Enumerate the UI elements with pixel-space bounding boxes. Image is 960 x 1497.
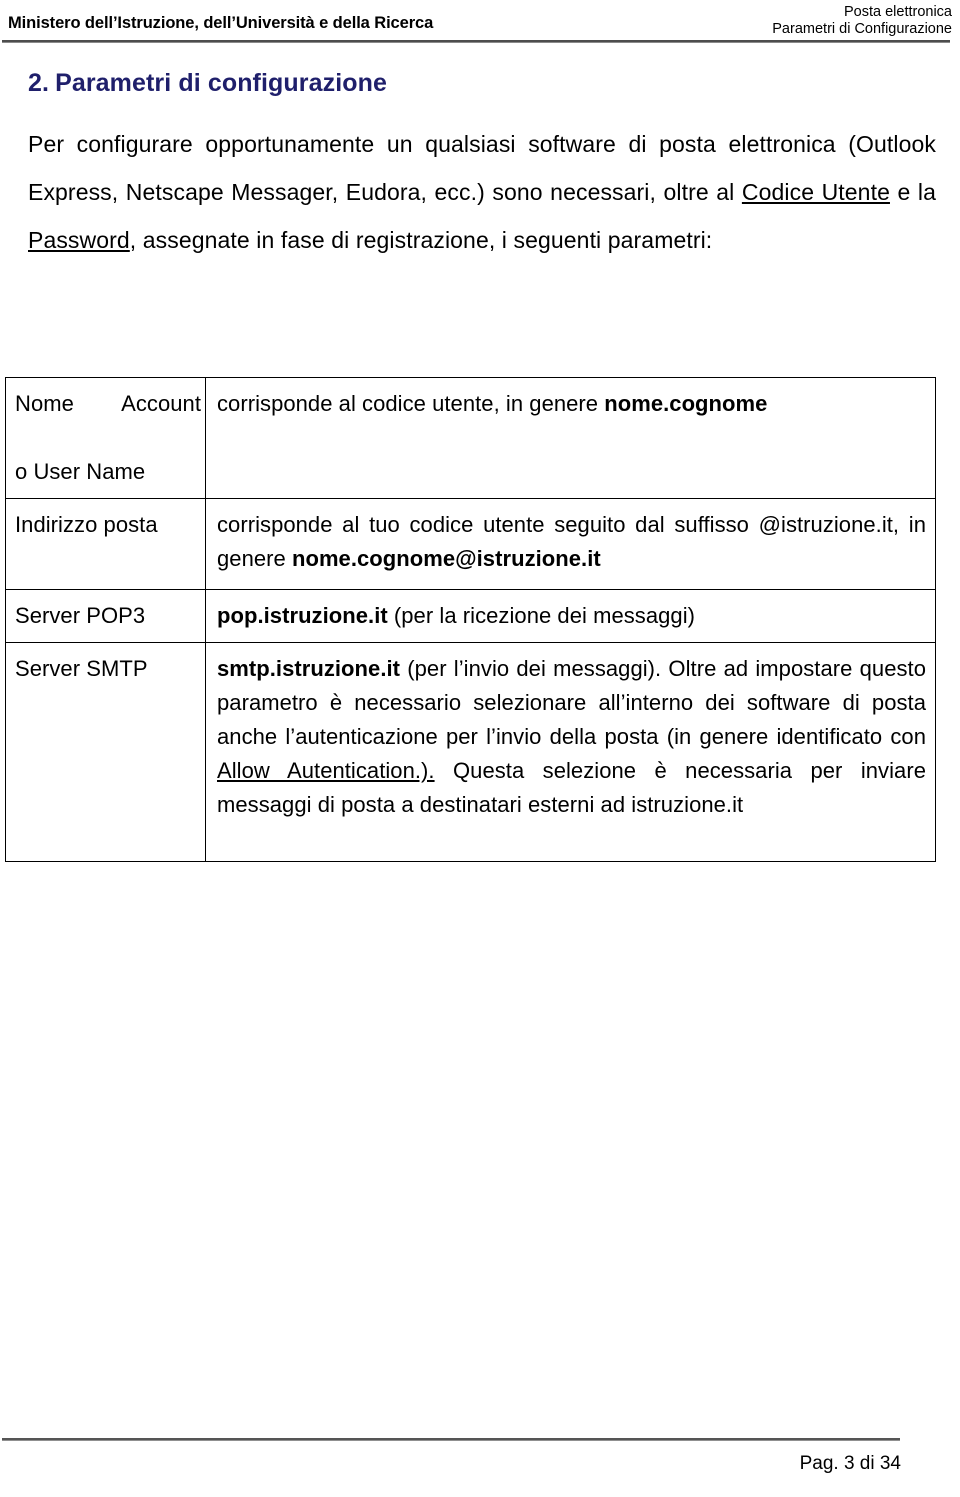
row-value-server-smtp: smtp.istruzione.it (per l’invio dei mess… (205, 642, 936, 862)
header-ministry-title: Ministero dell’Istruzione, dell’Universi… (8, 14, 434, 32)
row-value-indirizzo-posta: corrisponde al tuo codice utente seguito… (205, 498, 936, 590)
row-value-nome-account-emphasis: nome.cognome (604, 391, 768, 416)
page-title: 2. Parametri di configurazione (28, 68, 936, 98)
row-value-server-pop3-hostname: pop.istruzione.it (217, 603, 388, 628)
link-allow-autentication[interactable]: Allow Autentication.). (217, 758, 435, 783)
header-divider-rule (2, 40, 950, 43)
row-label-nome-account-line1: Nome Account (15, 391, 201, 416)
table-row: Server POP3 pop.istruzione.it (per la ri… (5, 589, 936, 643)
header-document-title-line1: Posta elettronica (843, 4, 952, 20)
intro-paragraph-part2: e la (889, 179, 936, 205)
table-row: Server SMTP smtp.istruzione.it (per l’in… (5, 642, 936, 862)
document-content: 2. Parametri di configurazione Per config… (28, 68, 936, 264)
row-value-nome-account-text: corrisponde al codice utente, in genere (217, 391, 605, 416)
row-label-server-pop3-line1: Server POP3 (15, 603, 146, 628)
section-title-text: Parametri di configurazione (55, 69, 387, 97)
table-row: Nome Account o User Name corrisponde al … (5, 377, 936, 499)
footer-divider-rule (2, 1438, 900, 1441)
row-value-server-pop3: pop.istruzione.it (per la ricezione dei … (205, 589, 936, 643)
row-label-server-smtp-line1: Server SMTP (15, 656, 148, 681)
link-codice-utente[interactable]: Codice Utente (742, 179, 890, 205)
page-header: Ministero dell’Istruzione, dell’Universi… (0, 0, 960, 46)
intro-paragraph-part3: , assegnate in fase di registrazione, i … (129, 227, 713, 253)
row-value-indirizzo-posta-emphasis: nome.cognome@istruzione.it (291, 546, 601, 571)
page-header-inner: Ministero dell’Istruzione, dell’Universi… (8, 2, 952, 38)
row-label-indirizzo-posta: Indirizzo posta (5, 498, 206, 590)
row-label-nome-account-line2: o User Name (15, 459, 146, 484)
row-value-server-smtp-hostname: smtp.istruzione.it (217, 656, 401, 681)
intro-paragraph: Per configurare opportunamente un qualsi… (28, 120, 936, 264)
section-number: 2. (28, 69, 50, 97)
header-document-title: Posta elettronica Parametri di Configura… (772, 2, 952, 38)
row-label-server-pop3: Server POP3 (5, 589, 206, 643)
row-value-nome-account: corrisponde al codice utente, in genere … (205, 377, 936, 499)
link-password[interactable]: Password (28, 227, 130, 253)
header-document-title-line2: Parametri di Configurazione (772, 21, 952, 37)
parameters-table-wrapper: Nome Account o User Name corrisponde al … (5, 377, 936, 862)
page-number: Pag. 3 di 34 (799, 1453, 901, 1474)
parameters-table: Nome Account o User Name corrisponde al … (5, 377, 936, 862)
table-row: Indirizzo posta corrisponde al tuo codic… (5, 498, 936, 590)
row-label-nome-account: Nome Account o User Name (5, 377, 206, 499)
row-label-indirizzo-posta-line1: Indirizzo posta (15, 512, 158, 537)
row-value-server-pop3-text: (per la ricezione dei messaggi) (387, 603, 696, 628)
row-label-server-smtp: Server SMTP (5, 642, 206, 862)
